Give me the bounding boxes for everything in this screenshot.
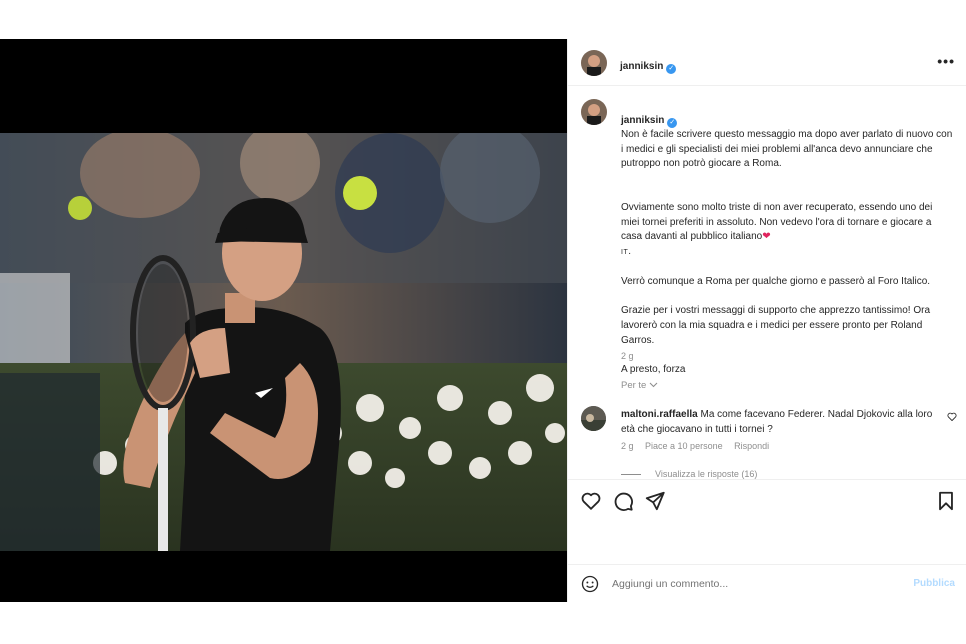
for-you-filter[interactable]: Per te — [621, 380, 658, 391]
commenter-username[interactable]: maltoni.raffaella — [621, 409, 698, 420]
view-replies-button[interactable]: Visualizza le risposte (16) — [621, 469, 757, 479]
caption-timestamp[interactable]: 2 g — [621, 351, 634, 361]
italy-flag-emoji: IT — [621, 248, 629, 256]
verified-icon: ✓ — [666, 64, 677, 74]
caption-paragraph-3: Verrò comunque a Roma per qualche giorno… — [621, 276, 931, 288]
comment-text: maltoni.raffaella Ma come facevano Feder… — [621, 408, 941, 437]
caption-avatar[interactable] — [581, 99, 607, 125]
verified-icon: ✓ — [667, 117, 678, 128]
bookmark-icon[interactable] — [935, 490, 957, 512]
post-photo — [0, 133, 567, 551]
reply-button[interactable]: Rispondi — [734, 441, 769, 451]
comment-icon[interactable] — [612, 490, 634, 512]
comments-section[interactable]: janniksin ✓ Non è facile scrivere questo … — [568, 87, 966, 479]
author-username[interactable]: janniksin — [620, 61, 663, 72]
action-bar — [568, 479, 966, 521]
add-comment-bar: Pubblica — [568, 564, 966, 602]
commenter-avatar[interactable] — [581, 406, 606, 431]
comment-timestamp[interactable]: 2 g — [621, 441, 634, 451]
post-header: janniksin ✓ ••• — [568, 39, 966, 86]
author-name[interactable]: janniksin ✓ — [620, 56, 677, 74]
caption-paragraph-4: Grazie per i vostri messaggi di supporto… — [621, 305, 931, 346]
for-you-label: Per te — [621, 380, 647, 391]
caption-text: janniksin ✓ Non è facile scrivere questo … — [621, 99, 953, 392]
caption-paragraph-1: Non è facile scrivere questo messaggio m… — [621, 129, 953, 170]
caption-username[interactable]: janniksin — [621, 115, 664, 126]
replies-divider — [621, 473, 641, 475]
view-replies-label: Visualizza le risposte (16) — [655, 469, 758, 479]
heart-emoji: ❤ — [762, 231, 771, 243]
comment-likes-count[interactable]: Piace a 10 persone — [645, 441, 723, 451]
heart-icon[interactable] — [580, 490, 602, 512]
comment-input[interactable] — [612, 574, 902, 594]
publish-button[interactable]: Pubblica — [913, 578, 955, 589]
author-avatar[interactable] — [581, 50, 607, 76]
share-icon[interactable] — [644, 490, 666, 512]
comment-like-icon[interactable] — [947, 412, 957, 424]
post-media[interactable] — [0, 39, 567, 602]
comment-meta: 2 g Piace a 10 persone Rispondi — [621, 441, 778, 451]
chevron-down-icon — [649, 382, 658, 388]
caption-paragraph-5: A presto, forza — [621, 363, 686, 375]
more-icon[interactable]: ••• — [937, 53, 955, 69]
emoji-icon[interactable] — [581, 575, 599, 593]
caption-paragraph-2: Ovviamente sono molto triste di non aver… — [621, 202, 933, 243]
